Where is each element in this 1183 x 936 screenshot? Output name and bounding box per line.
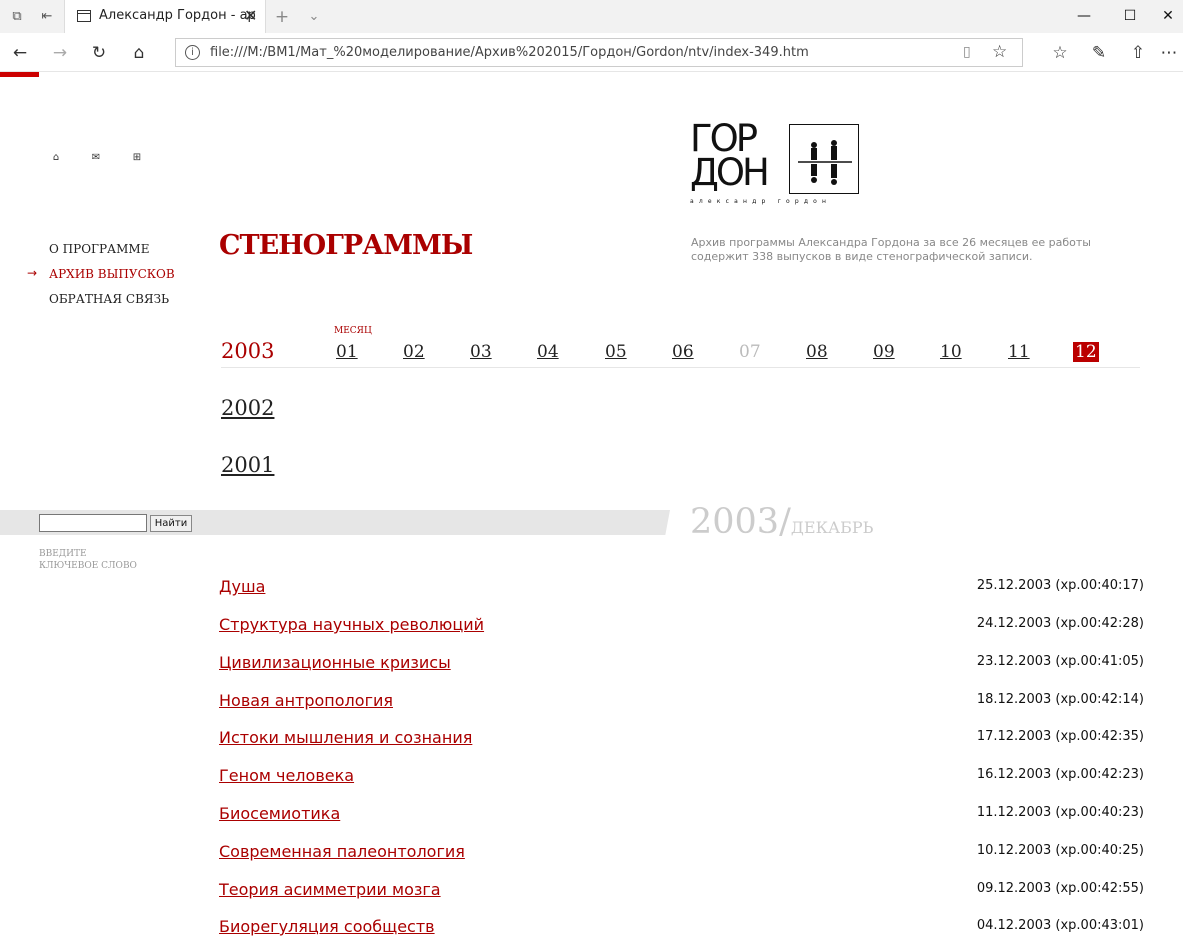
period-month: ДЕКАБРЬ (790, 518, 874, 537)
set-tabs-aside-icon[interactable]: ⇤ (38, 8, 56, 26)
period-year: 2003/ (690, 502, 791, 542)
episode-date: 04.12.2003 (хр.00:43:01) (976, 918, 1144, 933)
pen-icon[interactable]: ✎ (1085, 40, 1113, 66)
refresh-icon[interactable]: ↻ (85, 40, 113, 66)
logo-wordmark: ГОР ДОН (690, 117, 770, 194)
page-title: СТЕНОГРАММЫ (219, 230, 473, 261)
episode-link[interactable]: Душа (219, 577, 265, 596)
episode-link[interactable]: Структура научных революций (219, 615, 484, 634)
search-hint: ВВЕДИТЕ КЛЮЧЕВОЕ СЛОВО (39, 549, 137, 571)
tab-list-chevron-icon[interactable]: ⌄ (305, 8, 323, 26)
browser-chrome: ⧉ ⇤ Александр Гордон - ар ✕ + ⌄ — ☐ ✕ ← … (0, 0, 1183, 72)
new-tab-icon[interactable]: + (273, 8, 291, 26)
list-item: Цивилизационные кризисы 23.12.2003 (хр.0… (219, 653, 1144, 677)
month-06[interactable]: 06 (672, 342, 694, 362)
list-item: Биосемиотика 11.12.2003 (хр.00:40:23) (219, 804, 1144, 828)
month-01[interactable]: 01 (336, 342, 358, 362)
reading-view-icon[interactable]: ▯ (963, 44, 971, 60)
back-icon[interactable]: ← (6, 40, 34, 66)
list-item: Биорегуляция сообществ 04.12.2003 (хр.00… (219, 917, 1144, 936)
more-icon[interactable]: ⋯ (1155, 40, 1183, 66)
maximize-icon[interactable]: ☐ (1107, 0, 1153, 33)
list-item: Современная палеонтология 10.12.2003 (хр… (219, 842, 1144, 866)
episode-date: 17.12.2003 (хр.00:42:35) (976, 729, 1144, 744)
episode-date: 09.12.2003 (хр.00:42:55) (976, 881, 1144, 896)
list-item: Истоки мышления и сознания 17.12.2003 (х… (219, 728, 1144, 752)
month-label: МЕСЯЦ (334, 326, 372, 336)
year-2001[interactable]: 2001 (221, 453, 274, 477)
mail-icon[interactable]: ✉ (90, 152, 102, 164)
home-icon[interactable]: ⌂ (125, 40, 153, 66)
episode-date: 24.12.2003 (хр.00:42:28) (976, 616, 1144, 631)
list-item: Структура научных революций 24.12.2003 (… (219, 615, 1144, 639)
episode-link[interactable]: Биорегуляция сообществ (219, 917, 435, 936)
month-09[interactable]: 09 (873, 342, 895, 362)
episode-link[interactable]: Геном человека (219, 766, 354, 785)
episode-link[interactable]: Биосемиотика (219, 804, 340, 823)
month-05[interactable]: 05 (605, 342, 627, 362)
episode-link[interactable]: Новая антропология (219, 691, 393, 710)
month-12[interactable]: 12 (1073, 342, 1099, 362)
share-icon[interactable]: ⇧ (1124, 40, 1152, 66)
month-02[interactable]: 02 (403, 342, 425, 362)
episode-date: 16.12.2003 (хр.00:42:23) (976, 767, 1144, 782)
gordon-logo[interactable]: ГОР ДОН александр гордон (690, 117, 862, 208)
tab-title: Александр Гордон - ар (99, 8, 256, 23)
browser-tab[interactable]: Александр Гордон - ар ✕ (64, 0, 266, 33)
year-2002[interactable]: 2002 (221, 396, 274, 420)
close-window-icon[interactable]: ✕ (1153, 0, 1183, 33)
episode-date: 11.12.2003 (хр.00:40:23) (976, 805, 1144, 820)
page-icon (77, 10, 91, 22)
episode-link[interactable]: Истоки мышления и сознания (219, 728, 472, 747)
active-arrow-icon: → (27, 266, 38, 280)
month-08[interactable]: 08 (806, 342, 828, 362)
home-icon[interactable]: ⌂ (50, 152, 62, 164)
menu-item-about[interactable]: О ПРОГРАММЕ (49, 241, 175, 266)
year-2003[interactable]: 2003 (221, 339, 274, 363)
intro-text: Архив программы Александра Гордона за вс… (691, 236, 1091, 263)
episode-link[interactable]: Цивилизационные кризисы (219, 653, 451, 672)
episode-date: 18.12.2003 (хр.00:42:14) (976, 692, 1144, 707)
tab-preview-icon[interactable]: ⧉ (8, 8, 26, 26)
menu-item-feedback[interactable]: ОБРАТНАЯ СВЯЗЬ (49, 291, 175, 316)
address-bar[interactable]: i file:///M:/BM1/Мат_%20моделирование/Ар… (175, 38, 1023, 67)
episode-link[interactable]: Теория асимметрии мозга (219, 880, 441, 899)
minimize-icon[interactable]: — (1061, 0, 1107, 33)
info-icon[interactable]: i (185, 45, 200, 60)
search-button[interactable]: Найти (150, 515, 192, 532)
side-menu: О ПРОГРАММЕ АРХИВ ВЫПУСКОВ ОБРАТНАЯ СВЯЗ… (49, 241, 175, 316)
list-item: Новая антропология 18.12.2003 (хр.00:42:… (219, 691, 1144, 715)
month-11[interactable]: 11 (1008, 342, 1030, 362)
episode-date: 10.12.2003 (хр.00:40:25) (976, 843, 1144, 858)
episode-date: 23.12.2003 (хр.00:41:05) (976, 654, 1144, 669)
sitemap-icon[interactable]: ⊞ (131, 152, 143, 164)
menu-item-archive[interactable]: АРХИВ ВЫПУСКОВ (49, 266, 175, 291)
top-accent-bar (0, 72, 39, 77)
url-text[interactable]: file:///M:/BM1/Мат_%20моделирование/Архи… (210, 45, 809, 60)
page-content: ⌂ ✉ ⊞ ГОР ДОН александр гордон → О ПРОГР… (0, 72, 1183, 936)
list-item: Теория асимметрии мозга 09.12.2003 (хр.0… (219, 880, 1144, 904)
logo-subtitle: александр гордон (690, 198, 832, 205)
favorites-list-icon[interactable]: ☆ (1046, 40, 1074, 66)
month-03[interactable]: 03 (470, 342, 492, 362)
list-item: Душа 25.12.2003 (хр.00:40:17) (219, 577, 1144, 601)
month-04[interactable]: 04 (537, 342, 559, 362)
list-item: Геном человека 16.12.2003 (хр.00:42:23) (219, 766, 1144, 790)
favorite-star-icon[interactable]: ☆ (992, 42, 1007, 62)
navigation-bar: ← → ↻ ⌂ i file:///M:/BM1/Мат_%20моделиро… (0, 33, 1183, 72)
episode-link[interactable]: Современная палеонтология (219, 842, 465, 861)
tab-bar: ⧉ ⇤ Александр Гордон - ар ✕ + ⌄ — ☐ ✕ (0, 0, 1183, 33)
forward-icon[interactable]: → (46, 40, 74, 66)
episode-date: 25.12.2003 (хр.00:40:17) (976, 578, 1144, 593)
logo-emblem (789, 124, 859, 194)
month-07: 07 (739, 342, 761, 362)
close-tab-icon[interactable]: ✕ (244, 6, 257, 25)
month-10[interactable]: 10 (940, 342, 962, 362)
divider (221, 367, 1140, 368)
search-input[interactable] (39, 514, 147, 532)
period-heading: 2003/ДЕКАБРЬ (690, 502, 873, 542)
